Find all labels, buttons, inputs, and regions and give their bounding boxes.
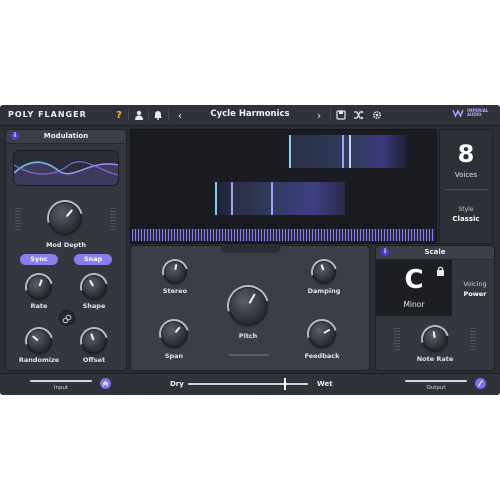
pitch-knob[interactable] [219, 277, 277, 335]
save-icon[interactable] [335, 108, 347, 122]
input-slider[interactable] [30, 380, 92, 382]
voice-line [289, 135, 291, 168]
top-bar: POLY FLANGER ? ‹ Cycle Harmonics › IMPER… [0, 105, 500, 126]
shape-label: Shape [82, 302, 106, 310]
user-icon[interactable] [133, 108, 145, 122]
span-label: Span [164, 352, 184, 360]
style-label: Style [458, 206, 474, 213]
gear-icon[interactable] [371, 108, 383, 122]
bypass-input-button[interactable] [100, 378, 111, 389]
snap-button[interactable]: Snap [74, 254, 112, 265]
lock-icon[interactable] [436, 266, 445, 276]
link-button[interactable] [59, 310, 75, 326]
output-label: Output [426, 385, 446, 391]
note-rate-meter-left [394, 328, 400, 350]
key-display[interactable]: C Minor [376, 260, 452, 316]
stereo-knob[interactable] [157, 254, 193, 290]
output-mode-button[interactable] [475, 378, 486, 389]
feedback-knob[interactable] [301, 313, 343, 355]
rate-knob[interactable] [19, 267, 59, 307]
feedback-label: Feedback [304, 352, 340, 360]
voicing-value[interactable]: Power [456, 290, 494, 298]
scale-title-text: Scale [424, 248, 446, 256]
damping-knob[interactable] [306, 254, 342, 290]
scale-title: i Scale [376, 246, 494, 260]
next-preset-button[interactable]: › [314, 108, 324, 122]
pitch-label: Pitch [238, 332, 258, 340]
divider [444, 189, 488, 190]
wet-label: Wet [317, 380, 333, 388]
note-rate-label: Note Rate [416, 355, 454, 363]
help-icon[interactable]: ? [114, 108, 124, 122]
bottom-bar: Input Dry Wet Output [0, 373, 500, 395]
stereo-label: Stereo [162, 287, 188, 295]
voice-line [231, 182, 233, 215]
voice-strip-upper [287, 135, 407, 168]
randomize-label: Randomize [18, 356, 60, 364]
lfo-waveform [14, 161, 118, 185]
voice-visualizer [130, 129, 437, 244]
voicing-label: Voicing [463, 280, 487, 288]
panel-notch [221, 245, 281, 253]
modulation-title-text: Modulation [43, 132, 89, 140]
output-slider[interactable] [405, 380, 467, 382]
mod-meter-right [110, 208, 116, 230]
voice-strip-lower [215, 182, 345, 215]
offset-knob[interactable] [74, 321, 114, 361]
modulation-title: i Modulation [6, 130, 126, 144]
curve-icon [477, 380, 484, 387]
sync-button[interactable]: Sync [20, 254, 58, 265]
plugin-window: POLY FLANGER ? ‹ Cycle Harmonics › IMPER… [0, 105, 500, 395]
prev-preset-button[interactable]: ‹ [175, 108, 185, 122]
offset-label: Offset [82, 356, 106, 364]
note-rate-meter-right [470, 328, 476, 350]
info-icon[interactable]: i [11, 132, 19, 140]
span-knob[interactable] [153, 313, 195, 355]
style-value[interactable]: Classic [440, 215, 492, 223]
divider [128, 109, 129, 121]
dry-wet-slider[interactable] [188, 383, 308, 385]
voice-line [342, 135, 344, 168]
bell-icon[interactable] [152, 108, 164, 122]
rate-label: Rate [30, 302, 48, 310]
divider [148, 109, 149, 121]
randomize-knob[interactable] [19, 321, 59, 361]
voice-line [215, 182, 217, 215]
note-rate-knob[interactable] [415, 319, 455, 359]
divider [229, 354, 269, 356]
voice-line [349, 135, 351, 168]
voices-panel: 8 Voices Style Classic [439, 129, 493, 244]
chevron-up-icon [102, 380, 109, 387]
app-title: POLY FLANGER [8, 110, 87, 119]
damping-label: Damping [307, 287, 341, 295]
scale-panel: i Scale C Minor Voicing Power Note Rate [375, 245, 495, 371]
voices-count[interactable]: 8 [440, 140, 492, 168]
dry-label: Dry [170, 380, 184, 388]
lfo-waveform-display [13, 150, 119, 186]
mod-depth-knob[interactable] [40, 193, 90, 243]
modulation-panel: i Modulation Mod Depth Sync Snap Rate Sh… [5, 129, 127, 371]
voices-label: Voices [454, 171, 478, 179]
link-icon [62, 314, 72, 324]
voice-line [271, 182, 273, 215]
input-label: Input [53, 385, 69, 391]
preset-name[interactable]: Cycle Harmonics [195, 109, 305, 119]
mod-meter-left [15, 208, 21, 230]
dry-wet-handle[interactable] [284, 378, 286, 390]
piano-keyboard[interactable] [132, 229, 435, 241]
shuffle-icon[interactable] [352, 108, 364, 122]
logo-line-2: AUDIO [467, 112, 482, 117]
brand-logo: IMPERIAL AUDIO [452, 108, 488, 118]
center-panel: Stereo Damping Pitch Span Feedback [130, 245, 370, 371]
divider [330, 109, 331, 121]
scale-mode: Minor [403, 300, 425, 309]
mod-depth-label: Mod Depth [45, 241, 87, 249]
info-icon[interactable]: i [381, 248, 389, 256]
shape-knob[interactable] [74, 267, 114, 307]
crown-icon [452, 109, 464, 118]
divider [168, 109, 169, 121]
